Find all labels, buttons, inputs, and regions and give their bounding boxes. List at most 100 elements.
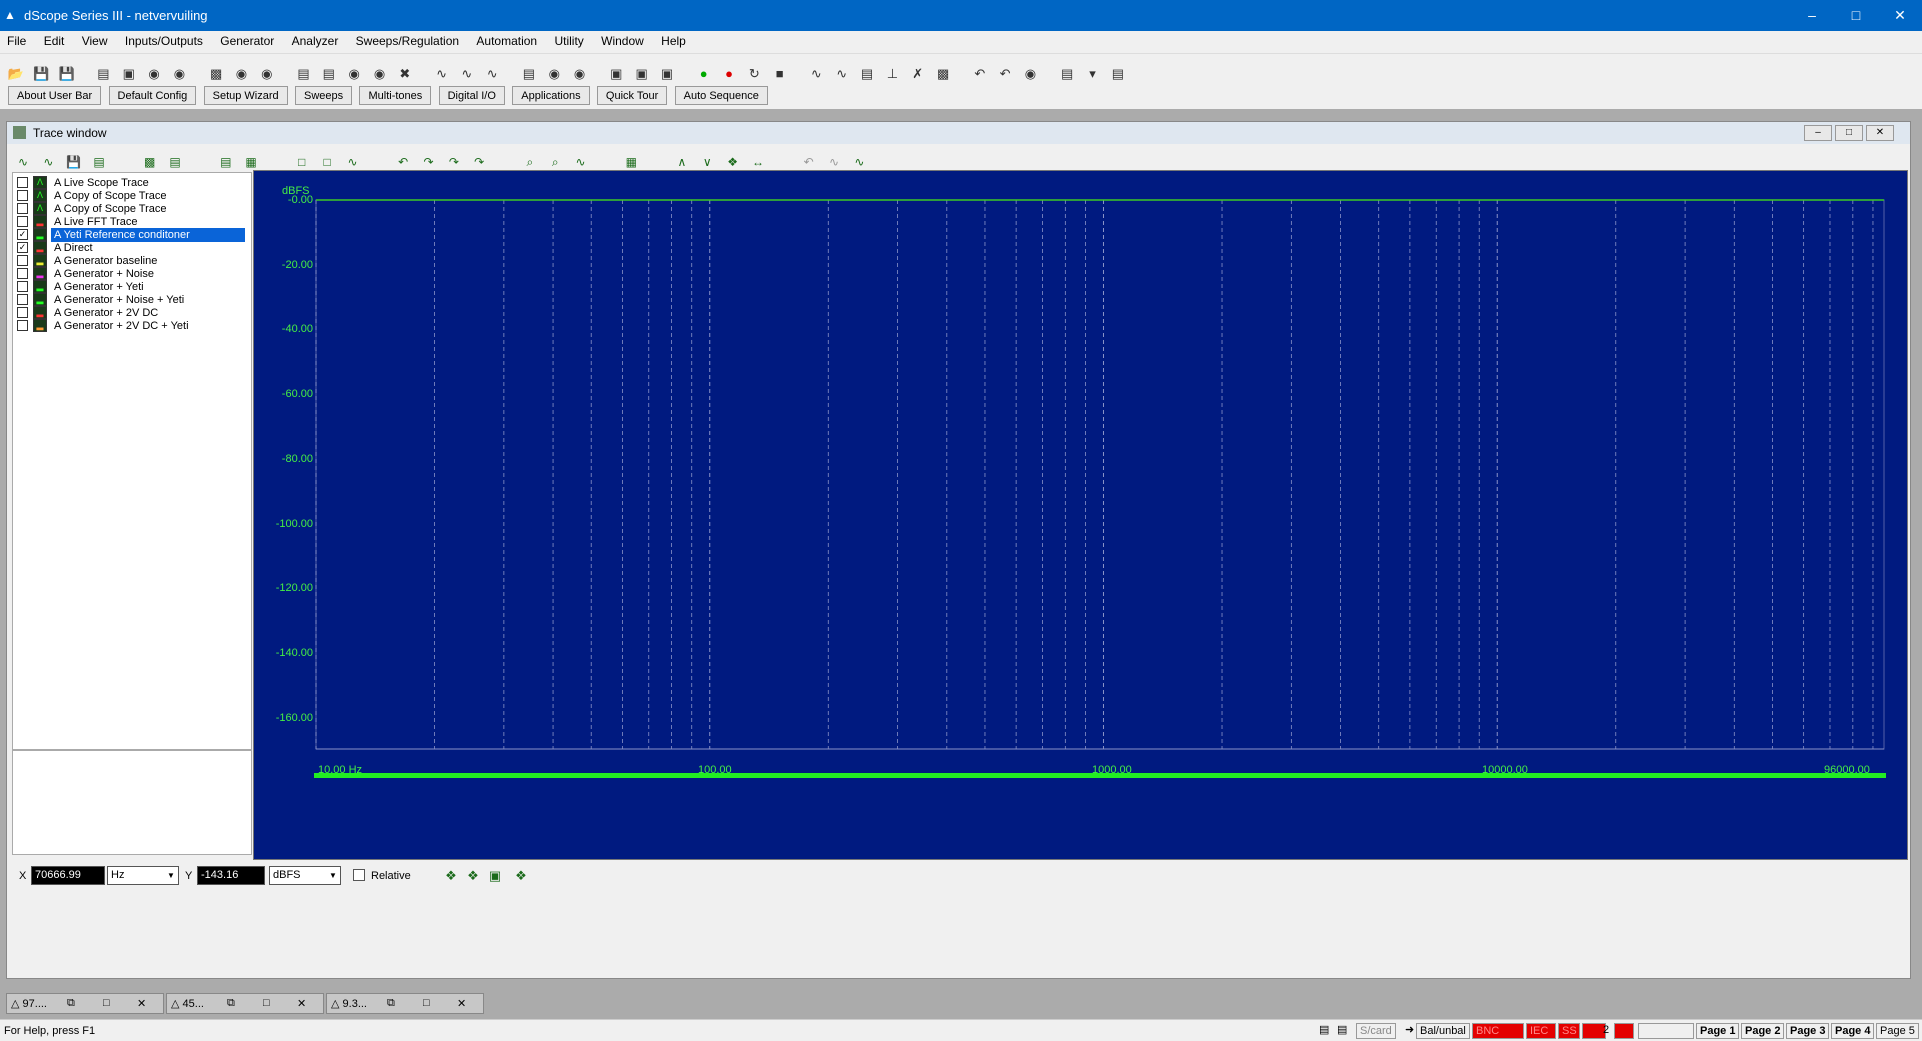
- trace-checkbox[interactable]: [17, 203, 28, 214]
- print-icon[interactable]: ▤: [1108, 64, 1128, 84]
- channel-b-icon[interactable]: ▣: [632, 64, 652, 84]
- default-config-button[interactable]: Default Config: [108, 86, 197, 105]
- minimize-button[interactable]: –: [1790, 0, 1834, 31]
- restore-icon[interactable]: ⧉: [387, 997, 395, 1010]
- menu-window[interactable]: Window: [594, 31, 651, 51]
- trace-list-item[interactable]: ▂ A Generator + 2V DC + Yeti: [13, 318, 245, 334]
- digital-io-button[interactable]: Digital I/O: [438, 86, 505, 105]
- fft-plot[interactable]: dBFS -0.00 -20.00 -40.00 -60.00 -80.00 -…: [253, 170, 1908, 860]
- page-5-button[interactable]: Page 5: [1876, 1023, 1919, 1039]
- channel-a-icon[interactable]: ▣: [606, 64, 626, 84]
- sweep-icon[interactable]: ∿: [432, 64, 452, 84]
- restore-icon[interactable]: ⧉: [227, 997, 235, 1010]
- trace-paste-icon[interactable]: ▤: [89, 153, 109, 172]
- trace-checkbox[interactable]: [17, 190, 28, 201]
- fft-icon[interactable]: ▤: [319, 64, 339, 84]
- save-icon[interactable]: 💾: [31, 64, 51, 84]
- multi-tones-button[interactable]: Multi-tones: [359, 86, 432, 105]
- quick-tour-button[interactable]: Quick Tour: [596, 86, 668, 105]
- menu-sweeps-regulation[interactable]: Sweeps/Regulation: [349, 31, 466, 51]
- dropdown-arrow-icon[interactable]: ▾: [1083, 64, 1103, 84]
- trace-checkbox[interactable]: [17, 255, 28, 266]
- relative-checkbox[interactable]: [353, 869, 365, 881]
- minimized-window-2[interactable]: △ 45... ⧉ □ ✕: [166, 993, 324, 1014]
- sweeps-button[interactable]: Sweeps: [294, 86, 353, 105]
- x-unit-select[interactable]: Hz ▼: [107, 866, 179, 885]
- run-icon[interactable]: ●: [694, 64, 714, 84]
- report-icon[interactable]: ▤: [1057, 64, 1077, 84]
- minimized-window-1[interactable]: △ 97.... ⧉ □ ✕: [6, 993, 164, 1014]
- monitor-icon[interactable]: ◉: [344, 64, 364, 84]
- trace-checkbox[interactable]: [17, 268, 28, 279]
- y-unit-select[interactable]: dBFS ▼: [269, 866, 341, 885]
- trace-add-icon[interactable]: ∿: [806, 64, 826, 84]
- analyzer-icon[interactable]: ▩: [206, 64, 226, 84]
- menu-inputs-outputs[interactable]: Inputs/Outputs: [118, 31, 210, 51]
- maximize-icon[interactable]: □: [103, 997, 110, 1009]
- menu-generator[interactable]: Generator: [213, 31, 281, 51]
- scope-icon[interactable]: ▤: [293, 64, 313, 84]
- page-2-button[interactable]: Page 2: [1741, 1023, 1785, 1039]
- cursor-lock-y-icon[interactable]: ❖: [463, 866, 483, 886]
- maximize-button[interactable]: □: [1834, 0, 1878, 31]
- output-enable-icon[interactable]: ◉: [144, 64, 164, 84]
- digital-status-icon[interactable]: ◉: [570, 64, 590, 84]
- menu-help[interactable]: Help: [654, 31, 693, 51]
- auto-run-icon[interactable]: ↻: [744, 64, 764, 84]
- trace-checkbox[interactable]: [17, 177, 28, 188]
- restore-icon[interactable]: ⧉: [67, 997, 75, 1010]
- plot-icon[interactable]: ▩: [933, 64, 953, 84]
- cursor-center-icon[interactable]: ▣: [485, 866, 505, 886]
- auto-sequence-button[interactable]: Auto Sequence: [674, 86, 768, 105]
- close-button[interactable]: ✕: [1878, 0, 1922, 31]
- y-cursor-value[interactable]: -143.16: [197, 866, 265, 885]
- page-4-button[interactable]: Page 4: [1831, 1023, 1875, 1039]
- stop-icon[interactable]: ■: [770, 64, 790, 84]
- applications-button[interactable]: Applications: [512, 86, 590, 105]
- trace-new-icon[interactable]: ∿: [13, 153, 33, 172]
- input-config-icon[interactable]: ▤: [93, 64, 113, 84]
- trace-checkbox-checked[interactable]: ✓: [17, 229, 28, 240]
- cursor-delta-icon[interactable]: ❖: [511, 866, 531, 886]
- x-cursor-value[interactable]: 70666.99: [31, 866, 105, 885]
- script-stop-icon[interactable]: ↶: [995, 64, 1015, 84]
- setup-wizard-button[interactable]: Setup Wizard: [203, 86, 288, 105]
- filter-icon[interactable]: ◉: [231, 64, 251, 84]
- detector-icon[interactable]: ◉: [257, 64, 277, 84]
- close-icon[interactable]: ✕: [137, 997, 146, 1010]
- bar-chart-icon[interactable]: ▤: [216, 153, 236, 172]
- minimized-window-3[interactable]: △ 9.3... ⧉ □ ✕: [326, 993, 484, 1014]
- output-config-icon[interactable]: ▣: [119, 64, 139, 84]
- menu-analyzer[interactable]: Analyzer: [285, 31, 346, 51]
- trace-wave-icon[interactable]: ∿: [38, 153, 58, 172]
- graph-icon[interactable]: ▩: [140, 153, 160, 172]
- trace-copy-icon[interactable]: ∿: [832, 64, 852, 84]
- sweep-pause-icon[interactable]: ∿: [482, 64, 502, 84]
- script-record-icon[interactable]: ◉: [1020, 64, 1040, 84]
- sweep-stop-icon[interactable]: ∿: [457, 64, 477, 84]
- graph-settings-icon[interactable]: ▤: [165, 153, 185, 172]
- meter-icon[interactable]: ◉: [370, 64, 390, 84]
- trace-bars-icon[interactable]: ▤: [857, 64, 877, 84]
- menu-automation[interactable]: Automation: [469, 31, 544, 51]
- trace-window-maximize-button[interactable]: □: [1835, 125, 1863, 141]
- generator-icon[interactable]: ◉: [169, 64, 189, 84]
- channel-ab-icon[interactable]: ▣: [657, 64, 677, 84]
- trace-window-close-button[interactable]: ✕: [1866, 125, 1894, 141]
- menu-file[interactable]: File: [0, 31, 33, 51]
- trace-checkbox[interactable]: [17, 281, 28, 292]
- save-all-icon[interactable]: 💾: [57, 64, 77, 84]
- close-icon[interactable]: ✕: [297, 997, 306, 1010]
- menu-edit[interactable]: Edit: [37, 31, 72, 51]
- record-icon[interactable]: ●: [719, 64, 739, 84]
- trace-checkbox[interactable]: [17, 307, 28, 318]
- menu-view[interactable]: View: [75, 31, 115, 51]
- trace-window-minimize-button[interactable]: –: [1804, 125, 1832, 141]
- cursor-lock-x-icon[interactable]: ❖: [441, 866, 461, 886]
- trace-checkbox[interactable]: [17, 216, 28, 227]
- open-icon[interactable]: 📂: [6, 64, 26, 84]
- page-1-button[interactable]: Page 1: [1696, 1023, 1740, 1039]
- menu-utility[interactable]: Utility: [547, 31, 590, 51]
- trace-checkbox[interactable]: [17, 320, 28, 331]
- digital-out-icon[interactable]: ◉: [544, 64, 564, 84]
